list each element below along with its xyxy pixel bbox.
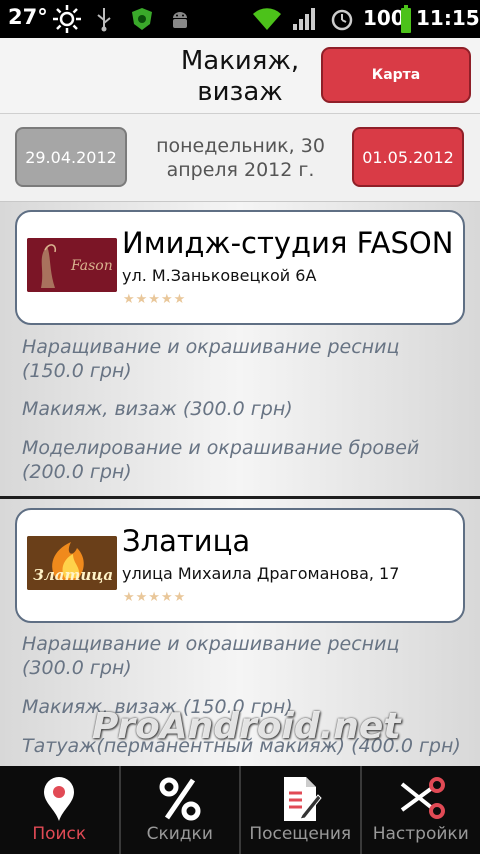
bottom-navigation: Поиск Скидки Посещения Настройки bbox=[0, 766, 480, 854]
watermark: ProAndroid.net bbox=[92, 706, 401, 747]
nav-label: Скидки bbox=[146, 824, 213, 844]
battery-level-text: 100 bbox=[363, 6, 405, 30]
nav-settings[interactable]: Настройки bbox=[362, 766, 480, 854]
salon-logo: Fason bbox=[27, 238, 117, 292]
page-title-line1: Макияж, bbox=[180, 46, 300, 76]
map-pin-icon bbox=[41, 774, 77, 824]
shield-icon bbox=[128, 4, 156, 34]
nav-label: Настройки bbox=[372, 824, 469, 844]
current-date: понедельник, 30 апреля 2012 г. bbox=[138, 134, 343, 182]
sun-icon bbox=[50, 4, 84, 34]
percent-icon bbox=[157, 774, 203, 824]
svg-text:Fason: Fason bbox=[70, 258, 113, 274]
nav-discounts[interactable]: Скидки bbox=[121, 766, 241, 854]
salon-name: Златица bbox=[122, 524, 251, 558]
salon-divider bbox=[0, 496, 480, 499]
salon-list[interactable]: Fason Имидж-студия FASON ул. М.Заньковец… bbox=[0, 202, 480, 766]
current-date-line1: понедельник, 30 bbox=[156, 135, 325, 157]
wifi-icon bbox=[250, 4, 284, 34]
document-icon bbox=[278, 774, 322, 824]
battery-icon bbox=[400, 4, 412, 34]
salon-card[interactable]: Fason Имидж-студия FASON ул. М.Заньковец… bbox=[15, 210, 465, 325]
service-item[interactable]: Наращивание и окрашивание ресниц (150.0 … bbox=[22, 335, 462, 383]
current-date-line2: апреля 2012 г. bbox=[166, 159, 315, 181]
date-navigation: 29.04.2012 понедельник, 30 апреля 2012 г… bbox=[0, 114, 480, 202]
service-item[interactable]: Наращивание и окрашивание ресниц (300.0 … bbox=[22, 632, 462, 680]
android-icon bbox=[166, 4, 194, 34]
salon-address: улица Михаила Драгоманова, 17 bbox=[122, 564, 400, 583]
map-button[interactable]: Карта bbox=[321, 47, 471, 103]
page-title-line2: визаж bbox=[197, 77, 283, 107]
page-title: Макияж, визаж bbox=[150, 46, 330, 108]
salon-logo: Златица bbox=[27, 536, 117, 590]
alarm-icon bbox=[328, 4, 356, 34]
nav-label: Поиск bbox=[32, 824, 87, 844]
next-date-button[interactable]: 01.05.2012 bbox=[352, 127, 464, 187]
service-name: Наращивание и окрашивание ресниц bbox=[22, 336, 400, 358]
service-price: (150.0 грн) bbox=[22, 360, 132, 382]
status-bar: 27° 100 11:15 bbox=[0, 0, 480, 38]
svg-text:Златица: Златица bbox=[33, 566, 113, 584]
signal-icon bbox=[290, 4, 318, 34]
service-item[interactable]: Моделирование и окрашивание бровей (200.… bbox=[22, 436, 462, 484]
usb-icon bbox=[93, 4, 115, 34]
prev-date-button[interactable]: 29.04.2012 bbox=[15, 127, 127, 187]
salon-name: Имидж-студия FASON bbox=[122, 226, 454, 260]
temperature-text: 27° bbox=[8, 5, 48, 29]
header: Макияж, визаж Карта bbox=[0, 38, 480, 114]
nav-visits[interactable]: Посещения bbox=[241, 766, 362, 854]
salon-address: ул. М.Заньковецкой 6А bbox=[122, 266, 317, 285]
scissors-icon bbox=[396, 774, 446, 824]
service-name: Наращивание и окрашивание ресниц bbox=[22, 633, 400, 655]
service-price: (200.0 грн) bbox=[22, 461, 132, 483]
rating-stars: ★★★★★ bbox=[123, 292, 187, 307]
service-price: (300.0 грн) bbox=[22, 657, 132, 679]
service-name: Моделирование и окрашивание бровей bbox=[22, 437, 420, 459]
salon-card[interactable]: Златица Златица улица Михаила Драгоманов… bbox=[15, 508, 465, 623]
clock-text: 11:15 bbox=[416, 6, 480, 30]
nav-label: Посещения bbox=[249, 824, 352, 844]
nav-search[interactable]: Поиск bbox=[0, 766, 121, 854]
rating-stars: ★★★★★ bbox=[123, 590, 187, 605]
service-item[interactable]: Макияж, визаж (300.0 грн) bbox=[22, 397, 462, 421]
service-name: Макияж, визаж (300.0 грн) bbox=[22, 398, 293, 420]
